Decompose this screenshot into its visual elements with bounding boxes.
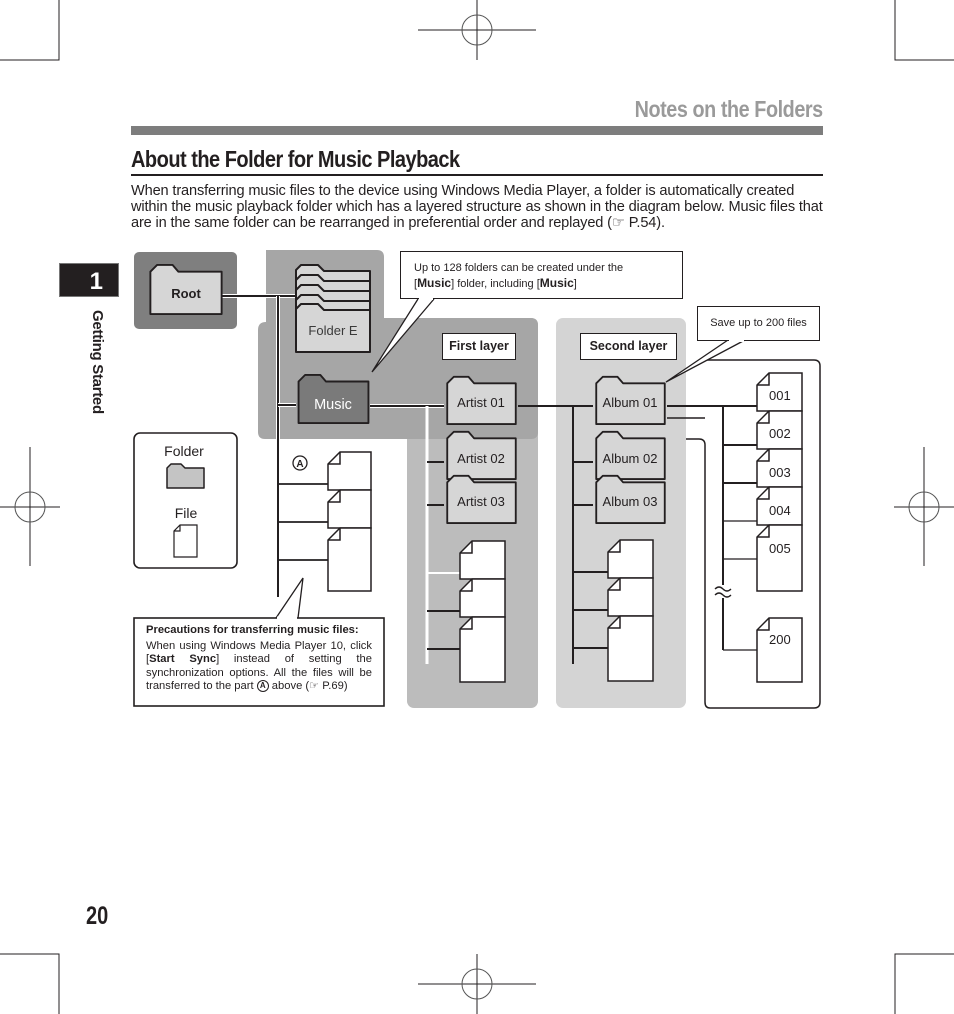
album-label-1: Album 01 <box>603 395 658 410</box>
artist-label-2: Artist 02 <box>457 451 505 466</box>
artist-file-3[interactable] <box>459 616 506 683</box>
file-label-200: 200 <box>769 632 791 647</box>
precautions-title: Precautions for transferring music files… <box>146 624 359 636</box>
artist-file-2[interactable] <box>459 578 506 618</box>
root-folder-label: Root <box>171 286 201 301</box>
folder-e-stack[interactable] <box>295 264 371 353</box>
callout-files-text: Save up to 200 files <box>710 317 807 329</box>
callout-folders-text: Up to 128 folders can be created under t… <box>414 261 684 292</box>
artist-label-3: Artist 03 <box>457 494 505 509</box>
callout-files-pointer-join <box>729 339 744 342</box>
file-label-002: 002 <box>769 426 791 441</box>
callout-precautions-pointer <box>275 577 304 619</box>
legend-folder-label: Folder <box>164 443 204 459</box>
legend-folder-icon <box>166 463 205 489</box>
album-label-2: Album 02 <box>603 451 658 466</box>
callout-folders-line1: Up to 128 folders can be created under t… <box>414 262 624 274</box>
legend-file-label: File <box>175 505 198 521</box>
music-file-3[interactable] <box>327 527 372 592</box>
album-label-3: Album 03 <box>603 494 658 509</box>
file-label-004: 004 <box>769 503 791 518</box>
album-file-2[interactable] <box>607 577 654 617</box>
numbered-file-200[interactable] <box>756 617 803 683</box>
music-file-1[interactable] <box>327 451 372 491</box>
album-file-1[interactable] <box>607 539 654 579</box>
file-label-005: 005 <box>769 541 791 556</box>
folder-e-label: Folder E <box>308 323 357 338</box>
artist-file-1[interactable] <box>459 540 506 580</box>
legend-file-icon <box>173 524 198 558</box>
music-file-2[interactable] <box>327 489 372 529</box>
callout-mid-text: ] folder, including [ <box>451 278 540 290</box>
part-a-marker: A <box>296 459 303 470</box>
music-folder-label: Music <box>314 397 352 413</box>
file-label-001: 001 <box>769 388 791 403</box>
numbered-file-5[interactable] <box>756 524 803 592</box>
music-bold-2: Music <box>539 276 574 290</box>
first-layer-label: First layer <box>442 333 516 360</box>
omission-break-icon <box>714 586 732 598</box>
artist-label-1: Artist 01 <box>457 395 505 410</box>
bracket-close: ] <box>573 278 577 290</box>
part-a-inline-marker: A <box>256 680 269 693</box>
folder-structure-diagram: Root Folder E Music Artist 01 Artist 02 … <box>133 250 821 709</box>
music-bold-1: Music <box>417 276 452 290</box>
precautions-body: When using Windows Media Player 10, clic… <box>146 640 372 694</box>
second-layer-label: Second layer <box>580 333 677 360</box>
start-sync-bold: Start Sync <box>149 653 217 665</box>
callout-folders-line2: [Music] folder, including [Music] <box>414 276 684 292</box>
precautions-text: Precautions for transferring music files… <box>146 624 372 694</box>
callout-folders-pointer-join <box>419 297 433 300</box>
precautions-text-3: above (☞ P.69) <box>268 680 348 692</box>
page-number: 20 <box>86 902 109 930</box>
album-file-3[interactable] <box>607 615 654 682</box>
file-label-003: 003 <box>769 465 791 480</box>
